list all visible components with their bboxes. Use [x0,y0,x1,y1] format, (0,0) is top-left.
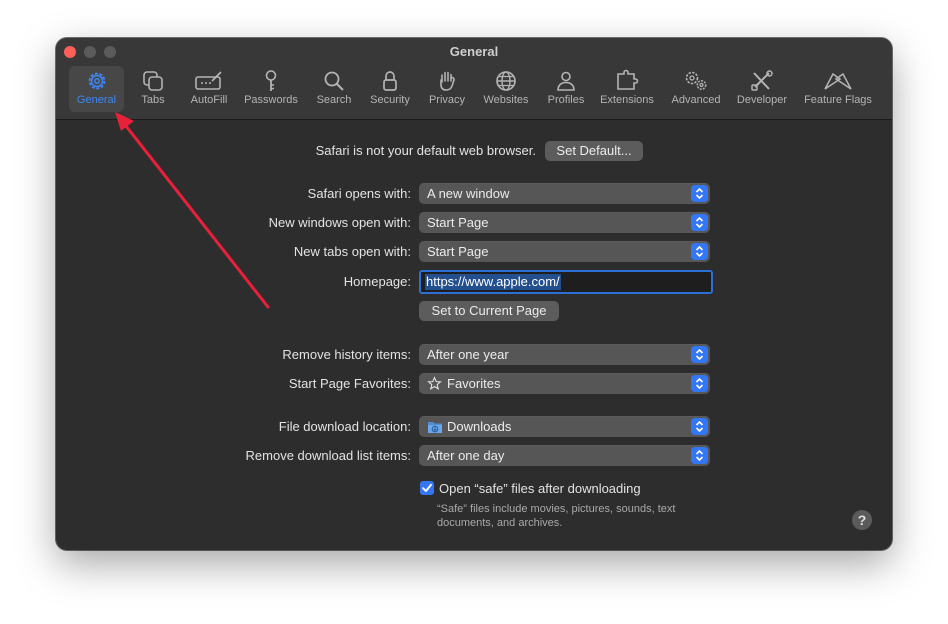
tab-general[interactable]: General [69,66,124,112]
download-location-label: File download location: [278,419,411,434]
window-title: General [449,44,499,59]
new-tabs-popup[interactable]: Start Page [419,241,710,262]
tab-search[interactable]: Search [310,66,358,112]
tab-websites[interactable]: Websites [478,66,534,112]
tab-autofill[interactable]: AutoFill [182,66,236,112]
tab-feature-flags[interactable]: Feature Flags [798,66,878,112]
download-location-popup[interactable]: Downloads [419,416,710,437]
lock-icon [383,71,397,91]
star-icon [427,376,442,390]
chevron-updown-icon [691,447,708,464]
favorites-popup[interactable]: Favorites [419,373,710,394]
chevron-updown-icon [691,214,708,231]
hand-icon [440,71,455,91]
tab-profiles[interactable]: Profiles [542,66,590,112]
new-windows-value: Start Page [427,215,489,230]
checkmark-icon [422,483,432,492]
gears-icon [685,71,707,90]
key-icon [265,70,277,91]
default-browser-message: Safari is not your default web browser. [315,143,536,158]
tab-passwords[interactable]: Passwords [240,66,302,112]
remove-history-popup[interactable]: After one year [419,344,710,365]
tab-advanced[interactable]: Advanced [666,66,726,112]
chevron-updown-icon [691,185,708,202]
tab-privacy[interactable]: Privacy [422,66,472,112]
tab-general-label: General [76,94,117,106]
remove-downloads-popup[interactable]: After one day [419,445,710,466]
remove-history-value: After one year [427,347,509,362]
safari-settings-window: General General Tabs AutoFill Passwords … [56,38,892,550]
favorites-label: Start Page Favorites: [288,376,411,391]
chevron-updown-icon [691,418,708,435]
tab-profiles-label: Profiles [547,94,585,106]
globe-icon [496,71,516,91]
flags-icon [824,72,852,90]
tab-extensions-label: Extensions [600,94,654,106]
new-tabs-label: New tabs open with: [293,244,411,259]
remove-history-label: Remove history items: [282,347,411,362]
new-windows-popup[interactable]: Start Page [419,212,710,233]
help-button[interactable]: ? [852,510,872,530]
autofill-icon [195,71,222,90]
new-tabs-value: Start Page [427,244,489,259]
tab-developer-label: Developer [736,94,788,106]
homepage-field[interactable]: https://www.apple.com/ [419,270,713,294]
opens-with-label: Safari opens with: [307,186,411,201]
tab-tabs[interactable]: Tabs [130,66,176,112]
tab-privacy-label: Privacy [428,94,466,106]
download-location-value: Downloads [447,419,512,434]
favorites-value: Favorites [447,376,501,391]
remove-downloads-label: Remove download list items: [245,448,411,463]
remove-downloads-value: After one day [427,448,505,463]
magnifier-icon [324,71,344,91]
person-icon [557,71,575,91]
title-bar: General General Tabs AutoFill Passwords … [56,38,892,120]
set-default-button[interactable]: Set Default... [545,141,643,161]
tab-websites-label: Websites [483,94,529,106]
tab-feature-flags-label: Feature Flags [804,94,872,106]
chevron-updown-icon [691,346,708,363]
tabs-icon [143,71,163,91]
tab-advanced-label: Advanced [671,94,721,106]
tab-search-label: Search [316,94,352,106]
tab-autofill-label: AutoFill [190,94,228,106]
new-windows-label: New windows open with: [268,215,411,230]
tab-security-label: Security [370,94,410,106]
safe-files-note: “Safe” files include movies, pictures, s… [437,503,676,529]
tab-tabs-label: Tabs [141,94,165,106]
tab-security[interactable]: Security [364,66,416,112]
opens-with-value: A new window [427,186,510,201]
gear-icon [88,72,105,90]
homepage-label: Homepage: [343,274,411,289]
tab-extensions[interactable]: Extensions [596,66,658,112]
puzzle-icon [617,69,639,90]
tab-passwords-label: Passwords [244,94,298,106]
homepage-value: https://www.apple.com/ [425,274,561,290]
set-to-current-page-button[interactable]: Set to Current Page [419,301,559,321]
open-safe-files-label: Open “safe” files after downloading [439,481,641,496]
opens-with-popup[interactable]: A new window [419,183,710,204]
chevron-updown-icon [691,375,708,392]
tools-icon [751,70,773,91]
downloads-folder-icon [428,422,442,433]
tab-developer[interactable]: Developer [732,66,792,112]
chevron-updown-icon [691,243,708,260]
open-safe-files-checkbox[interactable] [420,481,434,495]
